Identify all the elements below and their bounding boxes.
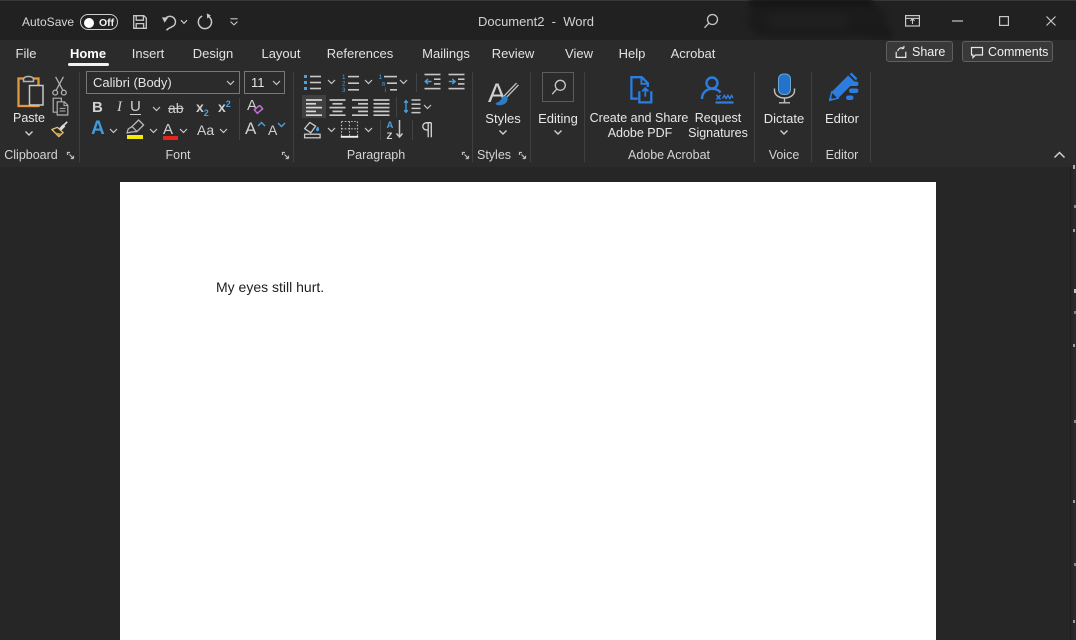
svg-text:3: 3	[342, 87, 346, 92]
svg-text:A: A	[387, 120, 394, 131]
svg-text:i: i	[385, 87, 386, 92]
svg-text:Z: Z	[387, 131, 393, 140]
